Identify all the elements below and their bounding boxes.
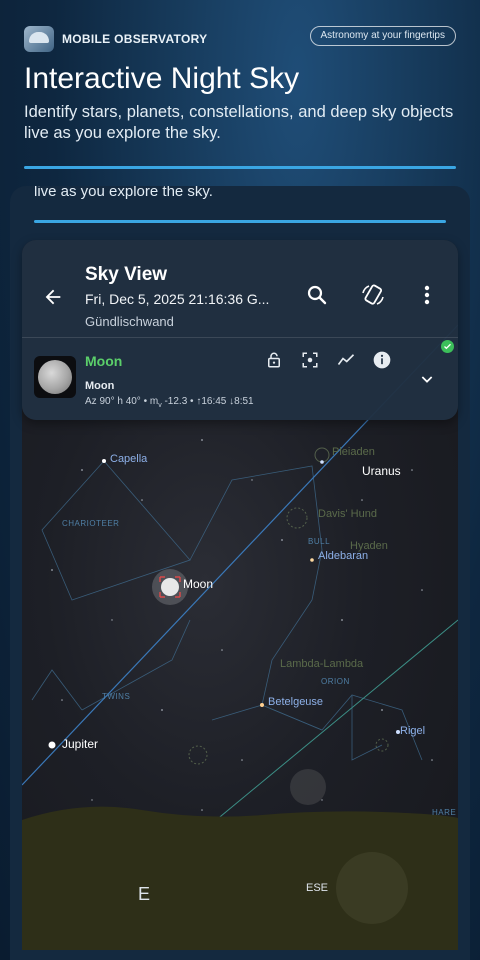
object-meta-suffix: -12.3 • ↑16:45 ↓8:51 — [161, 396, 254, 407]
location-label[interactable]: Gündlischwand — [85, 314, 174, 329]
expand-button[interactable] — [416, 368, 438, 390]
moon-disc[interactable] — [161, 578, 179, 596]
label-capella[interactable]: Capella — [110, 453, 147, 465]
lock-open-icon — [268, 352, 280, 368]
label-jupiter[interactable]: Jupiter — [62, 737, 98, 751]
compass-east: E — [138, 884, 151, 904]
dso-markers — [188, 447, 389, 765]
observatory-logo-icon — [24, 26, 54, 52]
search-button[interactable] — [302, 280, 332, 310]
trajectory-button[interactable] — [334, 348, 358, 372]
label-pleiades[interactable]: Pleiaden — [332, 446, 375, 458]
label-hare: HARE — [432, 808, 457, 817]
promo-header: MOBILE OBSERVATORY Astronomy at your fin… — [0, 0, 480, 190]
check-icon — [441, 340, 454, 353]
device-rotate-button[interactable] — [358, 280, 388, 310]
label-orion: ORION — [321, 677, 350, 686]
label-twins: TWINS — [102, 692, 131, 701]
hero-divider — [24, 166, 456, 169]
more-options-button[interactable] — [412, 280, 442, 310]
search-icon — [307, 285, 327, 305]
aldebaran-star[interactable] — [310, 558, 314, 562]
label-davis-hund[interactable]: Davis' Hund — [318, 508, 377, 520]
tagline-badge: Astronomy at your fingertips — [309, 26, 456, 46]
capella-star[interactable] — [102, 459, 106, 463]
label-charioteer: CHARIOTEER — [62, 519, 120, 528]
more-vert-icon — [424, 285, 430, 305]
sun-glare — [290, 769, 326, 805]
label-aldebaran[interactable]: Aldebaran — [318, 550, 368, 562]
sky-view-toolbar: Sky View Fri, Dec 5, 2025 21:16:36 G... … — [22, 240, 458, 420]
chevron-down-icon — [421, 376, 433, 383]
brand: MOBILE OBSERVATORY — [24, 26, 207, 52]
label-rigel[interactable]: Rigel — [400, 725, 425, 737]
datetime-label[interactable]: Fri, Dec 5, 2025 21:16:36 G... — [85, 291, 275, 307]
brand-name: MOBILE OBSERVATORY — [62, 32, 208, 46]
ground-glare — [336, 852, 408, 924]
object-meta-prefix: Az 90° h 40° • m — [85, 396, 159, 407]
label-bull: BULL — [308, 537, 331, 546]
label-uranus[interactable]: Uranus — [362, 464, 401, 478]
label-lamda[interactable]: Lambda-Lambda — [280, 658, 363, 670]
label-betelgeuse[interactable]: Betelgeuse — [268, 696, 323, 708]
back-arrow-icon — [45, 289, 61, 305]
center-target-icon — [302, 352, 318, 368]
info-icon — [373, 351, 391, 369]
object-metadata: Az 90° h 40° • mv -12.3 • ↑16:45 ↓8:51 — [85, 396, 254, 409]
moon-thumbnail-icon — [38, 360, 72, 394]
constellation-lines — [31, 460, 423, 761]
screen-title: Sky View — [85, 264, 168, 285]
info-button[interactable] — [370, 348, 394, 372]
trajectory-icon — [337, 354, 355, 365]
object-name[interactable]: Moon — [85, 353, 122, 369]
toolbar-divider — [22, 337, 458, 338]
hero-title: Interactive Night Sky — [24, 62, 300, 95]
label-moon[interactable]: Moon — [183, 577, 213, 591]
betelgeuse-star[interactable] — [260, 703, 264, 707]
object-thumbnail — [34, 356, 76, 398]
subtitle-echo: live as you explore the sky. — [34, 186, 213, 200]
device-rotate-icon — [362, 284, 384, 305]
object-type: Moon — [85, 380, 115, 392]
uranus-planet[interactable] — [320, 460, 324, 464]
lock-button[interactable] — [262, 348, 286, 372]
back-button[interactable] — [38, 282, 68, 312]
frame-divider — [34, 220, 446, 223]
compass-ese: ESE — [306, 882, 329, 894]
background-stars — [51, 439, 433, 811]
center-button[interactable] — [298, 348, 322, 372]
hero-subtitle: Identify stars, planets, constellations,… — [24, 103, 454, 142]
jupiter-planet[interactable] — [48, 741, 56, 749]
